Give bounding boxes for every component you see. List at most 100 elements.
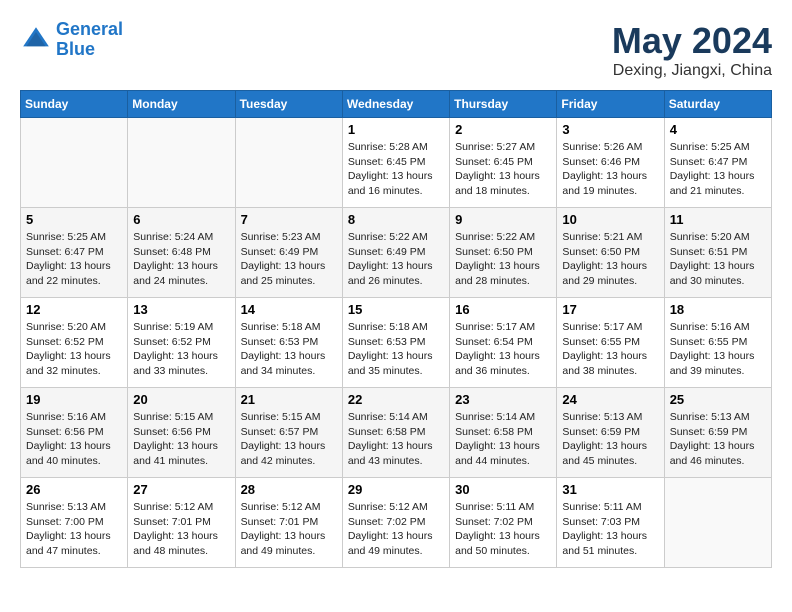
calendar-cell: 26Sunrise: 5:13 AMSunset: 7:00 PMDayligh… bbox=[21, 478, 128, 568]
calendar-cell: 12 Sunrise: 5:20 AMSunset: 6:52 PMDayligh… bbox=[21, 298, 128, 388]
calendar-cell: 13 Sunrise: 5:19 AMSunset: 6:52 PMDayligh… bbox=[128, 298, 235, 388]
day-info: Sunrise: 5:15 AMSunset: 6:56 PMDaylight:… bbox=[133, 410, 229, 469]
day-number: 20 bbox=[133, 392, 229, 407]
day-info: Sunrise: 5:18 AMSunset: 6:53 PMDaylight:… bbox=[348, 320, 444, 379]
calendar-cell: 23 Sunrise: 5:14 AMSunset: 6:58 PMDayligh… bbox=[450, 388, 557, 478]
day-info: Sunrise: 5:27 AMSunset: 6:45 PMDaylight:… bbox=[455, 140, 551, 199]
day-info: Sunrise: 5:22 AMSunset: 6:49 PMDaylight:… bbox=[348, 230, 444, 289]
day-info: Sunrise: 5:17 AMSunset: 6:55 PMDaylight:… bbox=[562, 320, 658, 379]
day-number: 10 bbox=[562, 212, 658, 227]
day-info: Sunrise: 5:11 AMSunset: 7:02 PMDaylight:… bbox=[455, 500, 551, 559]
calendar-cell: 31 Sunrise: 5:11 AMSunset: 7:03 PMDayligh… bbox=[557, 478, 664, 568]
day-number: 23 bbox=[455, 392, 551, 407]
day-info: Sunrise: 5:23 AMSunset: 6:49 PMDaylight:… bbox=[241, 230, 337, 289]
day-number: 22 bbox=[348, 392, 444, 407]
calendar-cell: 17 Sunrise: 5:17 AMSunset: 6:55 PMDayligh… bbox=[557, 298, 664, 388]
day-info: Sunrise: 5:12 AMSunset: 7:01 PMDaylight:… bbox=[133, 500, 229, 559]
day-info: Sunrise: 5:13 AMSunset: 6:59 PMDaylight:… bbox=[670, 410, 766, 469]
day-info: Sunrise: 5:13 AMSunset: 6:59 PMDaylight:… bbox=[562, 410, 658, 469]
day-number: 5 bbox=[26, 212, 122, 227]
day-number: 1 bbox=[348, 122, 444, 137]
calendar-cell: 14 Sunrise: 5:18 AMSunset: 6:53 PMDayligh… bbox=[235, 298, 342, 388]
calendar-cell: 7 Sunrise: 5:23 AMSunset: 6:49 PMDaylight… bbox=[235, 208, 342, 298]
day-number: 18 bbox=[670, 302, 766, 317]
calendar-cell bbox=[235, 118, 342, 208]
calendar-cell bbox=[21, 118, 128, 208]
day-number: 9 bbox=[455, 212, 551, 227]
logo-icon bbox=[20, 24, 52, 56]
weekday-header: Thursday bbox=[450, 91, 557, 118]
day-info: Sunrise: 5:18 AMSunset: 6:53 PMDaylight:… bbox=[241, 320, 337, 379]
day-number: 12 bbox=[26, 302, 122, 317]
day-number: 21 bbox=[241, 392, 337, 407]
calendar-cell: 3Sunrise: 5:26 AMSunset: 6:46 PMDaylight… bbox=[557, 118, 664, 208]
day-number: 2 bbox=[455, 122, 551, 137]
day-info: Sunrise: 5:16 AMSunset: 6:55 PMDaylight:… bbox=[670, 320, 766, 379]
calendar-cell: 5 Sunrise: 5:25 AMSunset: 6:47 PMDaylight… bbox=[21, 208, 128, 298]
weekday-header: Sunday bbox=[21, 91, 128, 118]
day-info: Sunrise: 5:19 AMSunset: 6:52 PMDaylight:… bbox=[133, 320, 229, 379]
day-number: 8 bbox=[348, 212, 444, 227]
day-info: Sunrise: 5:17 AMSunset: 6:54 PMDaylight:… bbox=[455, 320, 551, 379]
day-info: Sunrise: 5:16 AMSunset: 6:56 PMDaylight:… bbox=[26, 410, 122, 469]
day-number: 16 bbox=[455, 302, 551, 317]
calendar-week-row: 1 Sunrise: 5:28 AMSunset: 6:45 PMDaylight… bbox=[21, 118, 772, 208]
day-number: 31 bbox=[562, 482, 658, 497]
day-number: 30 bbox=[455, 482, 551, 497]
page-header: GeneralBlue May 2024 Dexing, Jiangxi, Ch… bbox=[20, 20, 772, 80]
day-number: 11 bbox=[670, 212, 766, 227]
day-number: 14 bbox=[241, 302, 337, 317]
calendar-cell: 1 Sunrise: 5:28 AMSunset: 6:45 PMDaylight… bbox=[342, 118, 449, 208]
day-number: 17 bbox=[562, 302, 658, 317]
calendar-cell: 8 Sunrise: 5:22 AMSunset: 6:49 PMDaylight… bbox=[342, 208, 449, 298]
day-number: 28 bbox=[241, 482, 337, 497]
weekday-header: Monday bbox=[128, 91, 235, 118]
logo: GeneralBlue bbox=[20, 20, 123, 60]
calendar-cell: 27 Sunrise: 5:12 AMSunset: 7:01 PMDayligh… bbox=[128, 478, 235, 568]
day-number: 13 bbox=[133, 302, 229, 317]
day-info: Sunrise: 5:20 AMSunset: 6:52 PMDaylight:… bbox=[26, 320, 122, 379]
location: Dexing, Jiangxi, China bbox=[612, 62, 772, 80]
calendar-cell: 18 Sunrise: 5:16 AMSunset: 6:55 PMDayligh… bbox=[664, 298, 771, 388]
calendar-week-row: 12 Sunrise: 5:20 AMSunset: 6:52 PMDayligh… bbox=[21, 298, 772, 388]
day-info: Sunrise: 5:21 AMSunset: 6:50 PMDaylight:… bbox=[562, 230, 658, 289]
calendar-cell: 29 Sunrise: 5:12 AMSunset: 7:02 PMDayligh… bbox=[342, 478, 449, 568]
calendar-cell: 9 Sunrise: 5:22 AMSunset: 6:50 PMDaylight… bbox=[450, 208, 557, 298]
calendar-week-row: 26Sunrise: 5:13 AMSunset: 7:00 PMDayligh… bbox=[21, 478, 772, 568]
day-number: 29 bbox=[348, 482, 444, 497]
day-info: Sunrise: 5:14 AMSunset: 6:58 PMDaylight:… bbox=[348, 410, 444, 469]
day-number: 6 bbox=[133, 212, 229, 227]
calendar-cell: 22 Sunrise: 5:14 AMSunset: 6:58 PMDayligh… bbox=[342, 388, 449, 478]
day-info: Sunrise: 5:22 AMSunset: 6:50 PMDaylight:… bbox=[455, 230, 551, 289]
logo-text: GeneralBlue bbox=[56, 20, 123, 60]
title-block: May 2024 Dexing, Jiangxi, China bbox=[612, 20, 772, 80]
weekday-header: Friday bbox=[557, 91, 664, 118]
weekday-header: Tuesday bbox=[235, 91, 342, 118]
day-info: Sunrise: 5:28 AMSunset: 6:45 PMDaylight:… bbox=[348, 140, 444, 199]
day-number: 7 bbox=[241, 212, 337, 227]
day-info: Sunrise: 5:15 AMSunset: 6:57 PMDaylight:… bbox=[241, 410, 337, 469]
calendar-cell: 25 Sunrise: 5:13 AMSunset: 6:59 PMDayligh… bbox=[664, 388, 771, 478]
day-info: Sunrise: 5:24 AMSunset: 6:48 PMDaylight:… bbox=[133, 230, 229, 289]
day-number: 19 bbox=[26, 392, 122, 407]
day-info: Sunrise: 5:11 AMSunset: 7:03 PMDaylight:… bbox=[562, 500, 658, 559]
calendar-cell: 20 Sunrise: 5:15 AMSunset: 6:56 PMDayligh… bbox=[128, 388, 235, 478]
calendar-week-row: 19 Sunrise: 5:16 AMSunset: 6:56 PMDayligh… bbox=[21, 388, 772, 478]
calendar-cell: 2 Sunrise: 5:27 AMSunset: 6:45 PMDaylight… bbox=[450, 118, 557, 208]
day-info: Sunrise: 5:25 AMSunset: 6:47 PMDaylight:… bbox=[26, 230, 122, 289]
day-number: 24 bbox=[562, 392, 658, 407]
calendar-cell: 10 Sunrise: 5:21 AMSunset: 6:50 PMDayligh… bbox=[557, 208, 664, 298]
day-number: 27 bbox=[133, 482, 229, 497]
calendar-cell: 15Sunrise: 5:18 AMSunset: 6:53 PMDayligh… bbox=[342, 298, 449, 388]
calendar-table: SundayMondayTuesdayWednesdayThursdayFrid… bbox=[20, 90, 772, 568]
month-title: May 2024 bbox=[612, 20, 772, 62]
calendar-cell: 24 Sunrise: 5:13 AMSunset: 6:59 PMDayligh… bbox=[557, 388, 664, 478]
day-info: Sunrise: 5:14 AMSunset: 6:58 PMDaylight:… bbox=[455, 410, 551, 469]
day-info: Sunrise: 5:20 AMSunset: 6:51 PMDaylight:… bbox=[670, 230, 766, 289]
day-number: 25 bbox=[670, 392, 766, 407]
day-info: Sunrise: 5:25 AMSunset: 6:47 PMDaylight:… bbox=[670, 140, 766, 199]
day-info: Sunrise: 5:12 AMSunset: 7:02 PMDaylight:… bbox=[348, 500, 444, 559]
day-info: Sunrise: 5:26 AMSunset: 6:46 PMDaylight:… bbox=[562, 140, 658, 199]
calendar-cell: 6 Sunrise: 5:24 AMSunset: 6:48 PMDaylight… bbox=[128, 208, 235, 298]
calendar-cell: 21 Sunrise: 5:15 AMSunset: 6:57 PMDayligh… bbox=[235, 388, 342, 478]
